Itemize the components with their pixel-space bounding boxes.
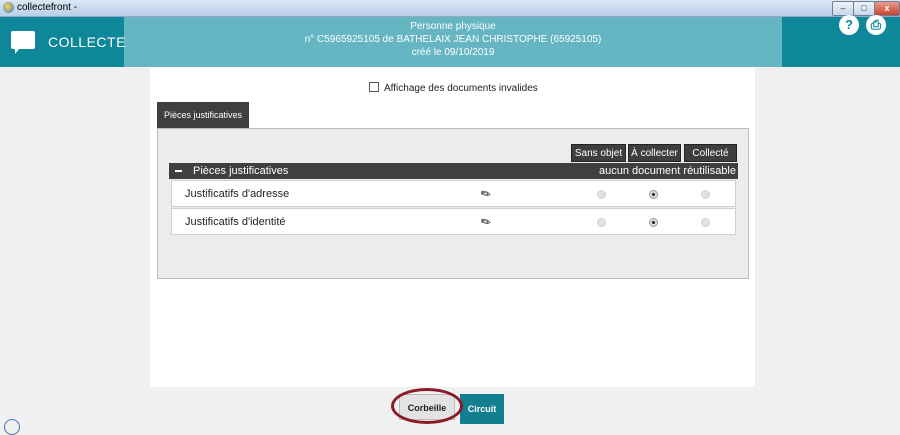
record-info: Personne physique n° C5965925105 de BATH…: [124, 20, 782, 59]
invalid-docs-checkbox[interactable]: [369, 82, 379, 92]
radio-a-collecter[interactable]: [649, 190, 658, 199]
app-header: COLLECTE Personne physique n° C596592510…: [0, 17, 900, 67]
window-titlebar: collectefront - – □ x: [0, 0, 900, 17]
column-a-collecter[interactable]: À collecter: [628, 144, 681, 162]
minimize-button[interactable]: –: [832, 1, 854, 16]
document-row: Justificatifs d'adresse ✎: [171, 180, 736, 207]
chat-icon: [11, 31, 35, 54]
collapse-icon[interactable]: [175, 170, 182, 172]
record-date: créé le 09/10/2019: [411, 47, 495, 58]
document-row: Justificatifs d'identité ✎: [171, 208, 736, 235]
section-note: aucun document réutilisable: [599, 165, 736, 177]
tab-pieces-justificatives[interactable]: Pièces justificatives: [157, 102, 249, 128]
browser-icon: [3, 2, 14, 13]
circuit-button[interactable]: Circuit: [460, 394, 504, 424]
brand-name: COLLECTE: [48, 34, 126, 50]
section-header[interactable]: Pièces justificatives aucun document réu…: [169, 163, 738, 179]
radio-a-collecter[interactable]: [649, 218, 658, 227]
window-title: collectefront -: [17, 2, 78, 13]
status-icon: [4, 419, 20, 435]
record-number: n° C5965925105 de BATHELAIX JEAN CHRISTO…: [304, 34, 602, 45]
section-title: Pièces justificatives: [193, 165, 289, 177]
footer-actions: Corbeille Circuit: [0, 387, 900, 427]
record-type: Personne physique: [410, 21, 496, 32]
document-label: Justificatifs d'adresse: [185, 188, 290, 200]
radio-collecte[interactable]: [701, 218, 710, 227]
close-button[interactable]: x: [874, 1, 900, 16]
radio-collecte[interactable]: [701, 190, 710, 199]
column-collecte[interactable]: Collecté: [684, 144, 737, 162]
corbeille-button[interactable]: Corbeille: [399, 394, 455, 420]
invalid-docs-filter[interactable]: Affichage des documents invalides: [369, 82, 538, 94]
maximize-button[interactable]: □: [853, 1, 875, 16]
scanner-icon[interactable]: ✎: [478, 213, 494, 230]
radio-sans-objet[interactable]: [597, 190, 606, 199]
print-icon[interactable]: ⎙: [866, 15, 886, 35]
column-sans-objet[interactable]: Sans objet: [571, 144, 626, 162]
invalid-docs-label: Affichage des documents invalides: [384, 83, 538, 94]
help-icon[interactable]: ?: [839, 15, 859, 35]
scanner-icon[interactable]: ✎: [478, 185, 494, 202]
radio-sans-objet[interactable]: [597, 218, 606, 227]
brand[interactable]: COLLECTE: [0, 17, 126, 67]
document-label: Justificatifs d'identité: [185, 216, 286, 228]
